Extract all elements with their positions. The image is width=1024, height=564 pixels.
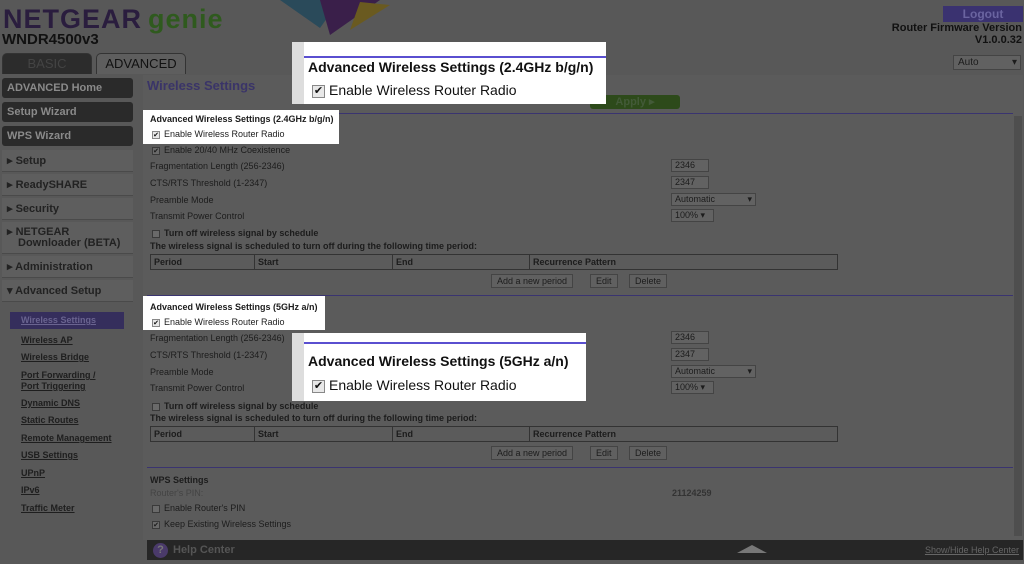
band24-enable-radio[interactable]: ✔ Enable Wireless Router Radio [152,129,285,139]
frag-input-24[interactable]: 2346 [671,159,709,172]
nav-setup[interactable]: ▸ Setup [2,150,133,172]
schedule-checkbox-24[interactable]: Turn off wireless signal by schedule [152,228,318,238]
pin-label: Router's PIN: [150,488,204,498]
keep-settings-checkbox[interactable]: ✔ Keep Existing Wireless Settings [152,519,291,529]
logout-button[interactable]: Logout [943,6,1023,22]
subnav-port-forwarding[interactable]: Port Forwarding / Port Triggering [21,370,111,392]
frag-label: Fragmentation Length (256-2346) [150,333,285,343]
nav-setup-wizard[interactable]: Setup Wizard [2,102,133,122]
divider [304,56,606,58]
subnav-traffic-meter[interactable]: Traffic Meter [21,503,75,513]
power-select-5[interactable]: 100% ▾ [671,381,714,394]
highlight-5-small: Advanced Wireless Settings (5GHz a/n) ✔ E… [143,296,325,330]
divider [304,342,586,344]
firmware-info: Router Firmware Version V1.0.0.32 [891,22,1022,46]
power-label: Transmit Power Control [150,211,245,221]
schedule-note: The wireless signal is scheduled to turn… [150,241,478,251]
enable-pin-checkbox[interactable]: Enable Router's PIN [152,503,245,513]
callout-heading: Advanced Wireless Settings (2.4GHz b/g/n… [308,59,594,75]
subnav-wireless-ap[interactable]: Wireless AP [21,335,73,345]
tab-basic[interactable]: BASIC [2,53,92,74]
highlight-24-large: Advanced Wireless Settings (2.4GHz b/g/n… [292,42,606,104]
show-hide-help-link[interactable]: Show/Hide Help Center [925,540,1019,560]
subnav-remote-management[interactable]: Remote Management [21,433,112,443]
delete-button[interactable]: Delete [629,446,668,460]
subnav-wireless-bridge[interactable]: Wireless Bridge [21,352,89,362]
subnav-usb-settings[interactable]: USB Settings [21,450,78,460]
callout-enable-radio: ✔ Enable Wireless Router Radio [312,82,517,98]
schedule-table-5: Period Start End Recurrence Pattern [150,426,838,442]
help-center-bar[interactable]: ? Help Center Show/Hide Help Center [147,540,1023,560]
chevron-up-icon[interactable] [737,545,767,553]
schedule-note: The wireless signal is scheduled to turn… [150,413,478,423]
frag-label: Fragmentation Length (256-2346) [150,161,285,171]
coexistence-checkbox[interactable]: ✔ Enable 20/40 MHz Coexistence [152,145,290,155]
edit-button[interactable]: Edit [590,274,618,288]
nav-security[interactable]: ▸ Security [2,198,133,220]
language-select[interactable]: Auto ▾ [953,55,1021,70]
subnav-wireless-settings[interactable]: Wireless Settings [10,312,124,329]
band24-heading: Advanced Wireless Settings (2.4GHz b/g/n… [150,114,334,124]
checkbox-checked[interactable]: ✔ [152,130,160,139]
power-select-24[interactable]: 100% ▾ [671,209,714,222]
subnav-ipv6[interactable]: IPv6 [21,485,40,495]
brand-graphic [280,0,390,35]
tab-advanced[interactable]: ADVANCED [96,53,186,74]
preamble-select-24[interactable]: Automatic ▾ [671,193,756,206]
callout-enable-radio: ✔ Enable Wireless Router Radio [312,377,517,393]
wps-heading: WPS Settings [150,475,209,485]
delete-button[interactable]: Delete [629,274,668,288]
callout-heading: Advanced Wireless Settings (5GHz a/n) [308,353,569,369]
nav-downloader[interactable]: ▸ NETGEAR Downloader (BETA) [2,222,133,254]
nav-wps-wizard[interactable]: WPS Wizard [2,126,133,146]
nav-administration[interactable]: ▸ Administration [2,256,133,278]
pin-value: 21124259 [672,488,712,498]
cts-label: CTS/RTS Threshold (1-2347) [150,178,268,188]
edit-button[interactable]: Edit [590,446,618,460]
subnav-static-routes[interactable]: Static Routes [21,415,79,425]
scrollbar[interactable] [1014,116,1022,536]
model-name: WNDR4500v3 [2,31,99,48]
power-label: Transmit Power Control [150,383,245,393]
schedule-table-24: Period Start End Recurrence Pattern [150,254,838,270]
preamble-select-5[interactable]: Automatic ▾ [671,365,756,378]
nav-advanced-home[interactable]: ADVANCED Home [2,78,133,98]
frag-input-5[interactable]: 2346 [671,331,709,344]
cts-input-5[interactable]: 2347 [671,348,709,361]
help-icon: ? [153,543,168,558]
schedule-checkbox-5[interactable]: Turn off wireless signal by schedule [152,401,318,411]
subnav-upnp[interactable]: UPnP [21,468,45,478]
divider [147,467,1013,468]
nav-readyshare[interactable]: ▸ ReadySHARE [2,174,133,196]
subnav-dynamic-dns[interactable]: Dynamic DNS [21,398,80,408]
highlight-5-large: Advanced Wireless Settings (5GHz a/n) ✔ E… [292,333,586,401]
add-period-button[interactable]: Add a new period [491,274,574,288]
band5-heading: Advanced Wireless Settings (5GHz a/n) [150,302,318,312]
cts-label: CTS/RTS Threshold (1-2347) [150,350,268,360]
nav-advanced-setup[interactable]: ▾ Advanced Setup [2,280,133,302]
add-period-button[interactable]: Add a new period [491,446,574,460]
page-title: Wireless Settings [147,78,256,93]
preamble-label: Preamble Mode [150,195,214,205]
cts-input-24[interactable]: 2347 [671,176,709,189]
highlight-24-small: Advanced Wireless Settings (2.4GHz b/g/n… [143,110,339,144]
preamble-label: Preamble Mode [150,367,214,377]
band5-enable-radio[interactable]: ✔ Enable Wireless Router Radio [152,317,285,327]
